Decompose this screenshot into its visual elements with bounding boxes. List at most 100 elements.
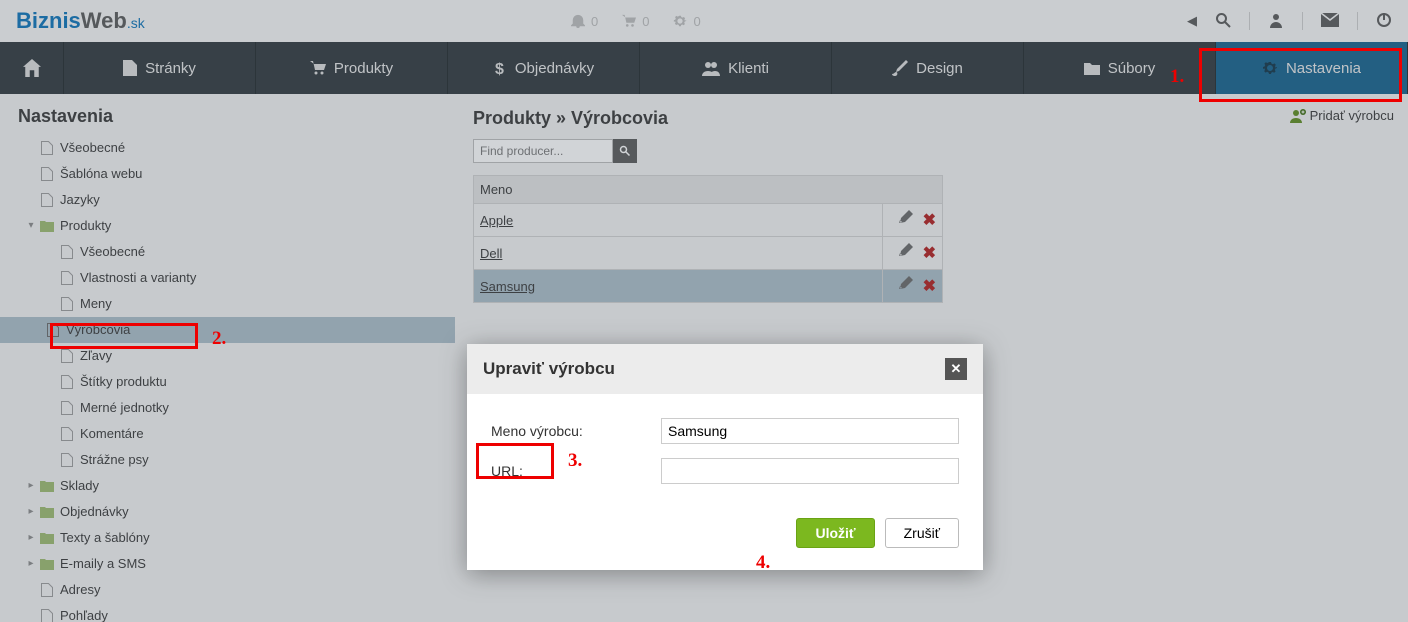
sidebar-item-p-meny[interactable]: Meny	[18, 291, 455, 317]
page-icon	[123, 60, 137, 76]
nav-label: Súbory	[1108, 60, 1156, 77]
table-row[interactable]: Apple ✖	[474, 204, 943, 237]
expand-icon[interactable]: ▸	[24, 476, 38, 496]
sidebar-item-label: Pohľady	[60, 606, 108, 622]
cart-icon	[310, 60, 326, 76]
delete-icon[interactable]: ✖	[923, 243, 936, 263]
file-icon	[41, 167, 53, 181]
nav-klienti[interactable]: Klienti	[640, 42, 832, 94]
modal-close-button[interactable]: ✕	[945, 358, 967, 380]
back-icon[interactable]: ◀	[1187, 13, 1197, 29]
user-icon[interactable]	[1268, 12, 1284, 31]
sidebar-item-p-vseobecne[interactable]: Všeobecné	[18, 239, 455, 265]
edit-icon[interactable]	[899, 243, 913, 263]
sidebar-item-sklady[interactable]: ▸Sklady	[18, 473, 455, 499]
logo[interactable]: BiznisWeb.sk	[16, 8, 145, 34]
name-input[interactable]	[661, 418, 959, 444]
counter-cart[interactable]: 0	[622, 14, 649, 29]
file-icon	[61, 271, 73, 285]
folder-icon	[40, 532, 54, 544]
expand-icon[interactable]: ▸	[24, 554, 38, 574]
nav-produkty[interactable]: Produkty	[256, 42, 448, 94]
sidebar-item-p-komentare[interactable]: Komentáre	[18, 421, 455, 447]
nav-label: Klienti	[728, 60, 769, 77]
sidebar-item-label: Všeobecné	[60, 138, 125, 158]
expand-icon[interactable]: ▸	[24, 502, 38, 522]
counter-value: 0	[693, 14, 700, 29]
save-button[interactable]: Uložiť	[796, 518, 874, 548]
dollar-icon: $	[493, 60, 507, 76]
folder-icon	[1084, 61, 1100, 75]
sidebar-item-adresy[interactable]: Adresy	[18, 577, 455, 603]
url-input[interactable]	[661, 458, 959, 484]
form-row-url: URL:	[491, 458, 959, 484]
nav-home[interactable]	[0, 42, 64, 94]
file-icon	[61, 349, 73, 363]
sidebar-item-label: Vlastnosti a varianty	[80, 268, 196, 288]
table-header-name[interactable]: Meno	[474, 176, 943, 204]
mail-icon[interactable]	[1321, 13, 1339, 30]
edit-icon[interactable]	[899, 276, 913, 296]
search-input[interactable]	[473, 139, 613, 163]
top-bar: BiznisWeb.sk 0 0 0 ◀	[0, 0, 1408, 42]
file-icon	[41, 141, 53, 155]
sidebar-item-p-strazne[interactable]: Strážne psy	[18, 447, 455, 473]
collapse-icon[interactable]: ▾	[24, 216, 38, 236]
sidebar-item-label: E-maily a SMS	[60, 554, 146, 574]
brush-icon	[892, 60, 908, 76]
sidebar-item-label: Všeobecné	[80, 242, 145, 262]
nav-design[interactable]: Design	[832, 42, 1024, 94]
separator	[1249, 12, 1250, 30]
folder-icon	[40, 220, 54, 232]
producer-link[interactable]: Samsung	[480, 279, 535, 294]
nav-subory[interactable]: Súbory	[1024, 42, 1216, 94]
power-icon[interactable]	[1376, 12, 1392, 31]
sidebar-item-vseobecne[interactable]: Všeobecné	[18, 135, 455, 161]
sidebar-item-p-merne[interactable]: Merné jednotky	[18, 395, 455, 421]
file-icon	[47, 323, 59, 337]
add-producer-link[interactable]: Pridať výrobcu	[1290, 108, 1394, 123]
nav-nastavenia[interactable]: Nastavenia	[1216, 42, 1408, 94]
search-icon	[619, 145, 631, 157]
sidebar-item-objednavky[interactable]: ▸ Objednávky	[18, 499, 455, 525]
file-icon	[61, 427, 73, 441]
svg-text:$: $	[495, 61, 504, 76]
edit-icon[interactable]	[899, 210, 913, 230]
producer-link[interactable]: Dell	[480, 246, 502, 261]
sidebar-item-produkty[interactable]: ▾Produkty	[18, 213, 455, 239]
counter-bell[interactable]: 0	[571, 14, 598, 29]
file-icon	[61, 297, 73, 311]
expand-icon[interactable]: ▸	[24, 528, 38, 548]
sidebar-item-p-stitky[interactable]: Štítky produktu	[18, 369, 455, 395]
counter-gear[interactable]: 0	[673, 14, 700, 29]
delete-icon[interactable]: ✖	[923, 276, 936, 296]
sidebar-item-sablona[interactable]: Šablóna webu	[18, 161, 455, 187]
sidebar-item-label: Strážne psy	[80, 450, 149, 470]
separator	[1357, 12, 1358, 30]
cancel-button[interactable]: Zrušiť	[885, 518, 959, 548]
delete-icon[interactable]: ✖	[923, 210, 936, 230]
nav-label: Design	[916, 60, 963, 77]
search-icon[interactable]	[1215, 12, 1231, 31]
file-icon	[61, 245, 73, 259]
sidebar-item-texty[interactable]: ▸Texty a šablóny	[18, 525, 455, 551]
sidebar-item-label: Objednávky	[60, 502, 129, 522]
table-row[interactable]: Samsung ✖	[474, 270, 943, 303]
sidebar-item-pohlady[interactable]: Pohľady	[18, 603, 455, 622]
producer-link[interactable]: Apple	[480, 213, 513, 228]
sidebar-item-jazyky[interactable]: Jazyky	[18, 187, 455, 213]
nav-objednavky[interactable]: $ Objednávky	[448, 42, 640, 94]
search-button[interactable]	[613, 139, 637, 163]
sidebar-item-emaily[interactable]: ▸ E-maily a SMS	[18, 551, 455, 577]
modal-header: Upraviť výrobcu ✕	[467, 344, 983, 394]
sidebar-item-label: Zľavy	[80, 346, 112, 366]
nav-stranky[interactable]: Stránky	[64, 42, 256, 94]
gear-icon	[673, 14, 687, 28]
counter-value: 0	[642, 14, 649, 29]
sidebar-item-p-vlastnosti[interactable]: Vlastnosti a varianty	[18, 265, 455, 291]
sidebar-item-label: Komentáre	[80, 424, 144, 444]
producers-table: Meno Apple ✖ Dell ✖ Samsung ✖	[473, 175, 943, 303]
sidebar-item-p-vyrobcovia[interactable]: Výrobcovia	[0, 317, 455, 343]
table-row[interactable]: Dell ✖	[474, 237, 943, 270]
sidebar-item-p-zlavy[interactable]: Zľavy	[18, 343, 455, 369]
